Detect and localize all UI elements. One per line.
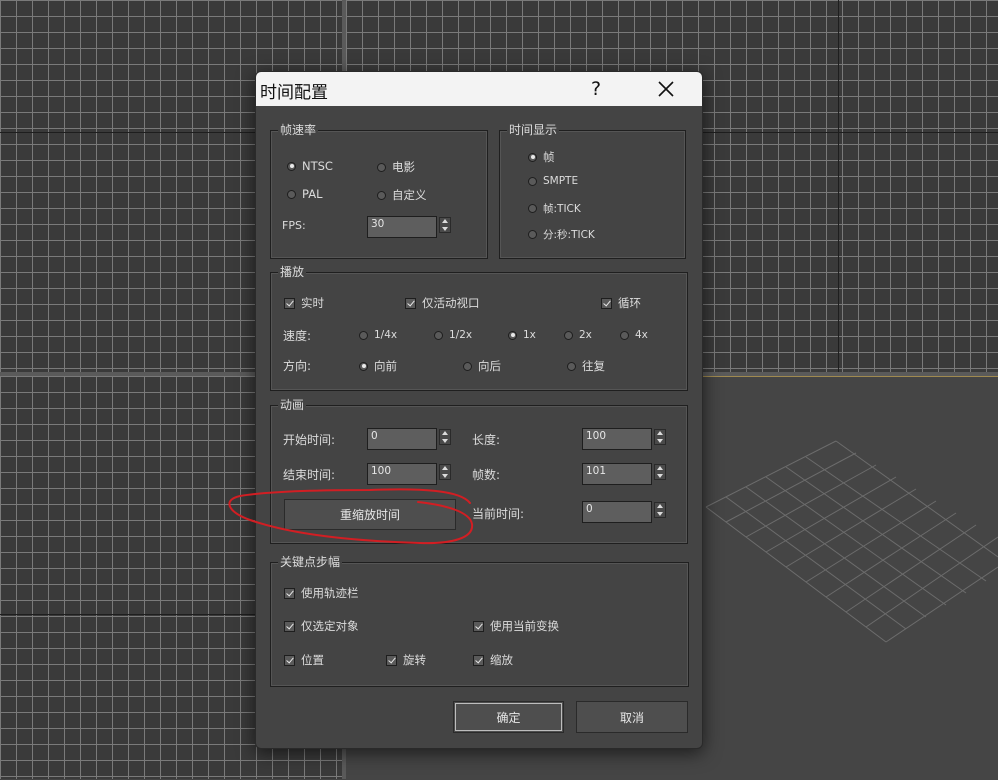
checkbox-position[interactable]: 位置 [284, 652, 324, 668]
checkbox-use-current-transform[interactable]: 使用当前变换 [473, 618, 559, 634]
cancel-button[interactable]: 取消 [576, 701, 688, 733]
key-steps-group: 关键点步幅 使用轨迹栏 仅选定对象 使用当前变换 位置 旋转 缩放 [270, 553, 689, 687]
dialog-title: 时间配置 [260, 83, 328, 103]
checkbox-indicator[interactable] [473, 654, 484, 666]
start-time-spinner-arrows[interactable] [439, 429, 451, 445]
radio-indicator[interactable] [528, 176, 537, 186]
checkbox-selected-objects-only[interactable]: 仅选定对象 [284, 618, 359, 634]
animation-group: 动画 开始时间: 0 长度: 100 结束时间: 100 帧数: 101 重缩放… [270, 396, 688, 544]
radio-indicator[interactable] [287, 161, 296, 171]
checkbox-loop[interactable]: 循环 [601, 295, 641, 311]
radio-indicator[interactable] [463, 361, 472, 371]
radio-indicator[interactable] [620, 330, 629, 340]
radio-pal[interactable]: PAL [287, 187, 322, 201]
radio-indicator[interactable] [434, 330, 443, 340]
frame-count-label: 帧数: [472, 468, 501, 482]
radio-direction-reverse[interactable]: 向后 [463, 358, 501, 374]
radio-indicator[interactable] [359, 361, 368, 371]
start-time-spinner[interactable]: 0 [367, 428, 451, 450]
radio-indicator[interactable] [377, 162, 386, 172]
checkbox-indicator[interactable] [284, 654, 295, 666]
length-input[interactable]: 100 [582, 428, 652, 450]
checkbox-indicator[interactable] [405, 297, 416, 309]
frame-count-spinner-arrows[interactable] [654, 464, 666, 480]
time-display-group: 时间显示 帧 SMPTE 帧:TICK 分:秒:TICK [499, 121, 686, 259]
radio-indicator[interactable] [564, 330, 573, 340]
radio-indicator[interactable] [528, 230, 537, 239]
radio-frame-tick[interactable]: 帧:TICK [528, 201, 581, 216]
checkbox-use-trackbar[interactable]: 使用轨迹栏 [284, 585, 359, 601]
radio-indicator[interactable] [359, 330, 368, 340]
checkbox-indicator[interactable] [284, 620, 295, 632]
frame-rate-label: 帧速率 [278, 121, 319, 138]
end-time-spinner-arrows[interactable] [439, 464, 451, 480]
start-time-input[interactable]: 0 [367, 428, 437, 450]
radio-speed-2x[interactable]: 2x [564, 329, 592, 341]
checkbox-indicator[interactable] [601, 297, 612, 309]
current-time-input[interactable]: 0 [582, 501, 652, 523]
radio-mm-ss-tick[interactable]: 分:秒:TICK [528, 227, 595, 242]
radio-speed-quarter[interactable]: 1/4x [359, 329, 397, 341]
radio-speed-half[interactable]: 1/2x [434, 329, 472, 341]
speed-label: 速度: [283, 329, 312, 343]
radio-direction-ping-pong[interactable]: 往复 [567, 358, 605, 374]
radio-direction-forward[interactable]: 向前 [359, 358, 397, 374]
radio-indicator[interactable] [528, 152, 537, 162]
ok-button[interactable]: 确定 [453, 701, 564, 733]
frame-count-input[interactable]: 101 [582, 463, 652, 485]
radio-film[interactable]: 电影 [377, 159, 415, 175]
length-spinner-arrows[interactable] [654, 429, 666, 445]
checkbox-realtime[interactable]: 实时 [284, 295, 324, 311]
playback-group: 播放 实时 仅活动视口 循环 速度: 1/4x 1/2x 1x 2x 4x 方向… [270, 263, 688, 391]
checkbox-rotation[interactable]: 旋转 [386, 652, 426, 668]
rescale-time-button[interactable]: 重缩放时间 [284, 499, 456, 530]
help-button[interactable]: ? [574, 74, 618, 104]
radio-indicator[interactable] [508, 330, 517, 340]
animation-label: 动画 [278, 396, 307, 413]
fps-input[interactable]: 30 [367, 216, 437, 238]
start-time-label: 开始时间: [283, 433, 336, 447]
radio-indicator[interactable] [287, 189, 296, 199]
frame-rate-group: 帧速率 NTSC 电影 PAL 自定义 FPS: 30 [270, 121, 488, 259]
fps-spinner-arrows[interactable] [439, 217, 451, 233]
fps-spinner[interactable]: 30 [367, 216, 451, 238]
checkbox-active-viewport-only[interactable]: 仅活动视口 [405, 295, 480, 311]
close-button[interactable] [644, 74, 688, 104]
radio-frames[interactable]: 帧 [528, 149, 555, 165]
end-time-input[interactable]: 100 [367, 463, 437, 485]
radio-custom[interactable]: 自定义 [377, 187, 427, 203]
playback-label: 播放 [278, 263, 307, 280]
checkbox-scale[interactable]: 缩放 [473, 652, 513, 668]
length-spinner[interactable]: 100 [582, 428, 666, 450]
key-steps-label: 关键点步幅 [278, 553, 343, 570]
radio-indicator[interactable] [377, 190, 386, 200]
close-icon [658, 81, 674, 97]
current-time-spinner-arrows[interactable] [654, 502, 666, 518]
radio-indicator[interactable] [567, 361, 576, 371]
grid-major-line [838, 0, 839, 372]
radio-smpte[interactable]: SMPTE [528, 175, 578, 187]
current-time-spinner[interactable]: 0 [582, 501, 666, 523]
checkbox-indicator[interactable] [473, 620, 484, 632]
checkbox-indicator[interactable] [386, 654, 397, 666]
radio-speed-4x[interactable]: 4x [620, 329, 648, 341]
end-time-spinner[interactable]: 100 [367, 463, 451, 485]
title-bar[interactable]: 时间配置 ? [256, 72, 702, 106]
radio-ntsc[interactable]: NTSC [287, 159, 333, 173]
time-display-label: 时间显示 [507, 121, 560, 138]
direction-label: 方向: [283, 359, 312, 373]
length-label: 长度: [472, 433, 501, 447]
current-time-label: 当前时间: [472, 507, 525, 521]
fps-label: FPS: [282, 219, 306, 232]
checkbox-indicator[interactable] [284, 587, 295, 599]
end-time-label: 结束时间: [283, 468, 336, 482]
time-configuration-dialog: 时间配置 ? 帧速率 NTSC 电影 PAL 自定义 FPS: 30 时间显示 … [255, 71, 703, 749]
radio-indicator[interactable] [528, 204, 537, 213]
checkbox-indicator[interactable] [284, 297, 295, 309]
frame-count-spinner[interactable]: 101 [582, 463, 666, 485]
radio-speed-1x[interactable]: 1x [508, 329, 536, 341]
